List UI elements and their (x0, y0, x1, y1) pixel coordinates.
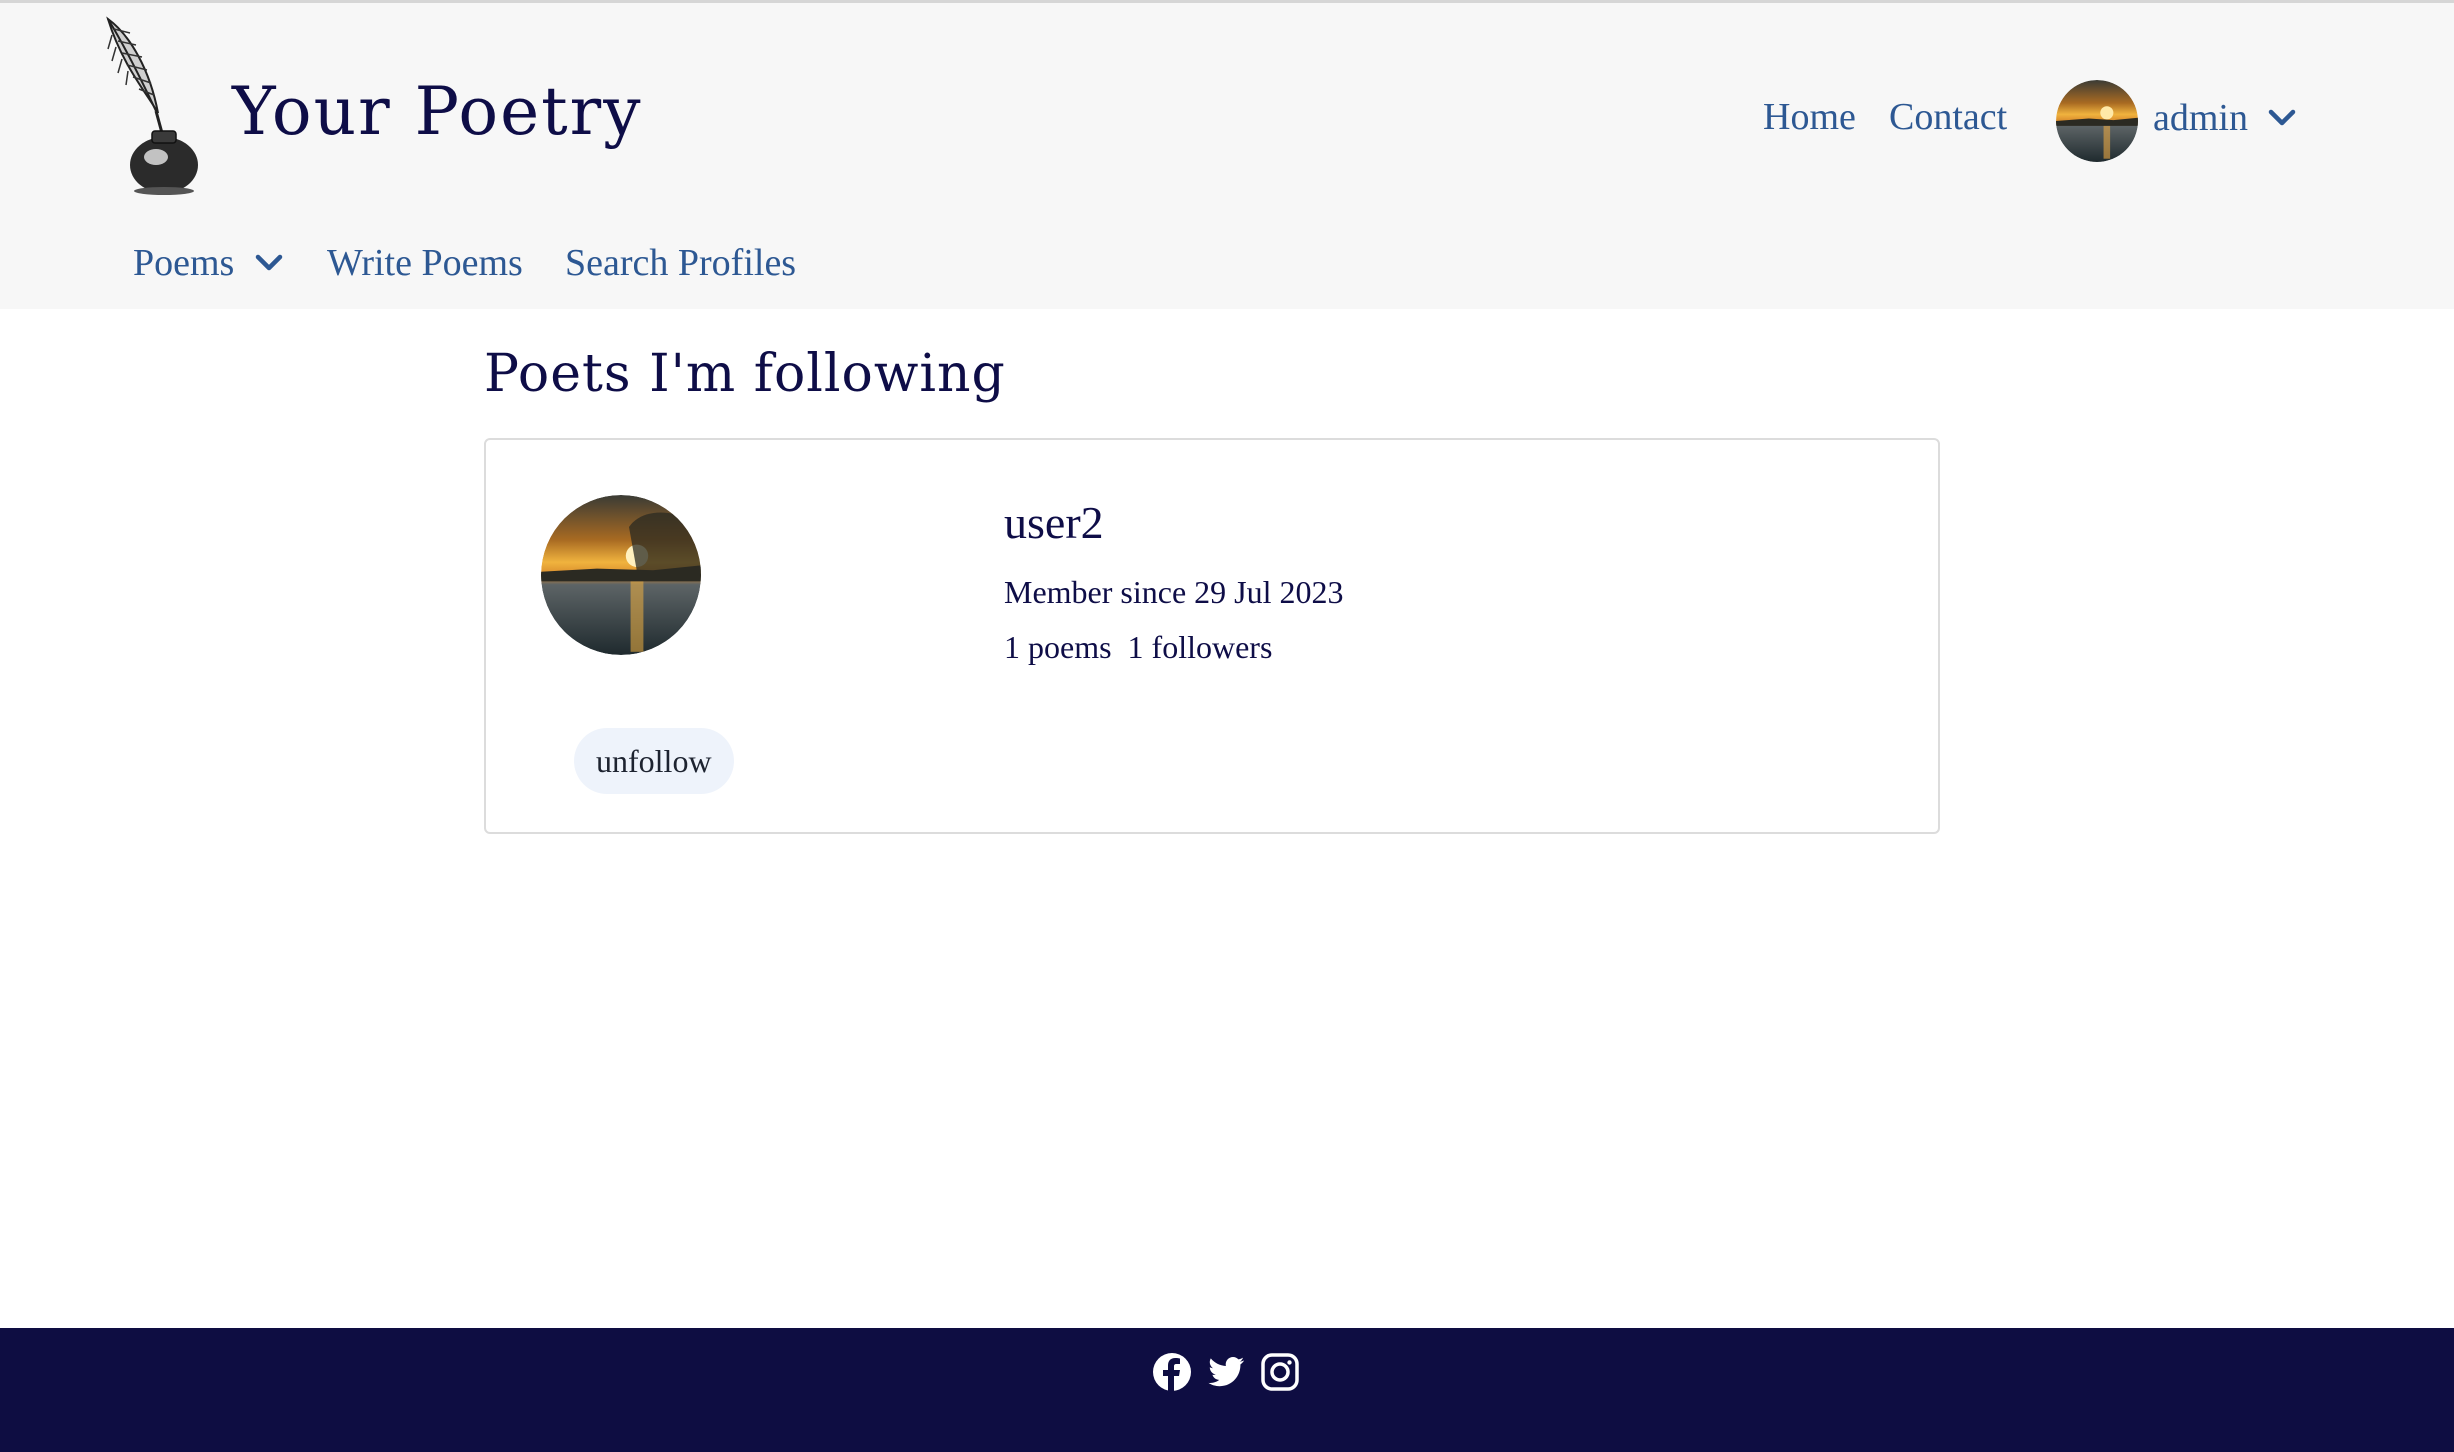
site-brand[interactable]: Your Poetry (232, 73, 643, 150)
poet-username[interactable]: user2 (1004, 496, 1104, 549)
site-footer (0, 1328, 2454, 1452)
member-since-text: Member since 29 Jul 2023 (1004, 574, 1344, 610)
nav-home-link[interactable]: Home (1763, 95, 1856, 139)
user-avatar[interactable] (2056, 80, 2138, 162)
quill-inkwell-logo-icon[interactable] (100, 15, 210, 197)
twitter-icon[interactable] (1206, 1352, 1246, 1392)
facebook-icon[interactable] (1152, 1352, 1192, 1392)
unfollow-button[interactable]: unfollow (574, 728, 734, 794)
chevron-down-icon[interactable] (254, 253, 284, 273)
nav-contact-link[interactable]: Contact (1889, 95, 2007, 139)
chevron-down-icon[interactable] (2267, 108, 2297, 128)
nav-search-profiles-link[interactable]: Search Profiles (565, 241, 796, 285)
page-title: Poets I'm following (484, 344, 1006, 404)
user-menu-label[interactable]: admin (2153, 96, 2248, 140)
nav-poems-dropdown[interactable]: Poems (133, 241, 234, 285)
site-header: Your Poetry Home Contact admin Poems Wri… (0, 3, 2454, 309)
instagram-icon[interactable] (1260, 1352, 1300, 1392)
avatar-image (541, 495, 701, 655)
nav-write-poems-link[interactable]: Write Poems (327, 241, 523, 285)
poet-stats-text: 1 poems 1 followers (1004, 629, 1273, 665)
poet-card: user2 Member since 29 Jul 2023 1 poems 1… (484, 438, 1940, 834)
avatar-image (2056, 80, 2138, 162)
poet-avatar[interactable] (541, 495, 701, 655)
